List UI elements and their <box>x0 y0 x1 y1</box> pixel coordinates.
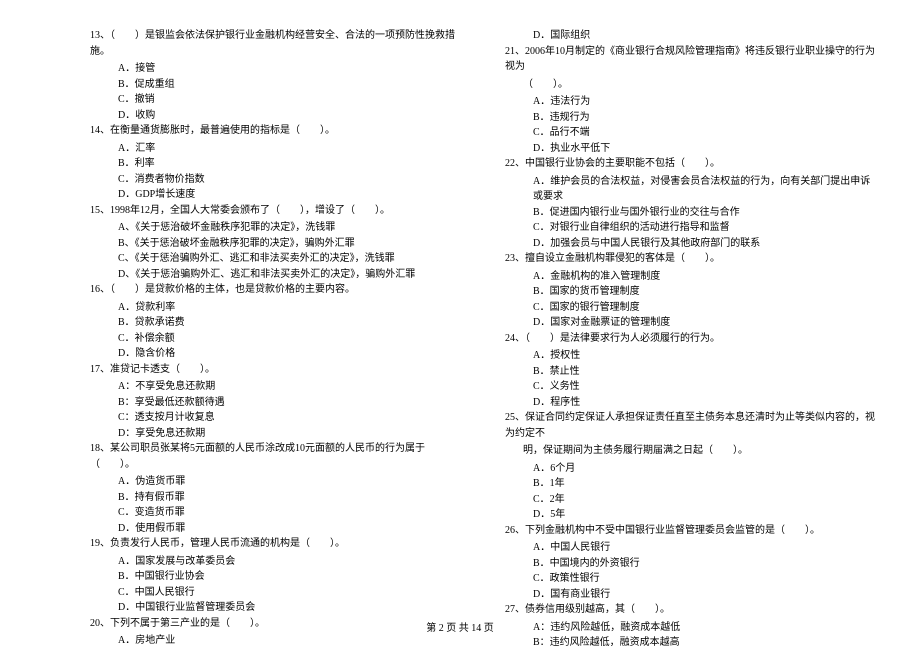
option-text: A、《关于惩治破坏金融秩序犯罪的决定》，洗钱罪 <box>90 220 465 236</box>
option-text: B．促成重组 <box>90 77 465 93</box>
page-footer: 第 2 页 共 14 页 <box>0 619 920 634</box>
option-text: B．禁止性 <box>505 364 880 380</box>
option-text: C．国家的银行管理制度 <box>505 300 880 316</box>
option-text: D．国家对金融票证的管理制度 <box>505 315 880 331</box>
question-text: 27、债券信用级别越高，其（ ）。 <box>505 602 880 618</box>
question-text: 19、负责发行人民币，管理人民币流通的机构是（ ）。 <box>90 536 465 552</box>
question-text: 15、1998年12月，全国人大常委会颁布了（ ），增设了（ ）。 <box>90 203 465 219</box>
question-text: 13、（ ）是银监会依法保护银行业金融机构经营安全、合法的一项预防性挽救措施。 <box>90 28 465 59</box>
option-text: D．使用假币罪 <box>90 521 465 537</box>
option-text: C．品行不端 <box>505 125 880 141</box>
option-text: D．5年 <box>505 507 880 523</box>
option-text: D．程序性 <box>505 395 880 411</box>
option-text: B、《关于惩治破坏金融秩序犯罪的决定》，骗购外汇罪 <box>90 236 465 252</box>
option-text: D．收购 <box>90 108 465 124</box>
option-text: A．贷款利率 <box>90 300 465 316</box>
question-text: 25、保证合同约定保证人承担保证责任直至主债务本息还清时为止等类似内容的，视为约… <box>505 410 880 441</box>
option-text: C：透支按月计收复息 <box>90 410 465 426</box>
option-text: A．6个月 <box>505 461 880 477</box>
option-text: A．国家发展与改革委员会 <box>90 554 465 570</box>
right-column: D．国际组织21、2006年10月制定的《商业银行合规风险管理指南》将违反银行业… <box>505 28 880 650</box>
option-text: C．对银行业自律组织的活动进行指导和监督 <box>505 220 880 236</box>
option-text: A．金融机构的准入管理制度 <box>505 269 880 285</box>
question-text: 21、2006年10月制定的《商业银行合规风险管理指南》将违反银行业职业操守的行… <box>505 44 880 75</box>
option-text: A：不享受免息还款期 <box>90 379 465 395</box>
option-text: D．隐含价格 <box>90 346 465 362</box>
option-text: A．中国人民银行 <box>505 540 880 556</box>
option-text: C．变造货币罪 <box>90 505 465 521</box>
option-text: C．消费者物价指数 <box>90 172 465 188</box>
option-text: B．1年 <box>505 476 880 492</box>
exam-page: 13、（ ）是银监会依法保护银行业金融机构经营安全、合法的一项预防性挽救措施。 A… <box>0 0 920 650</box>
option-text: C、《关于惩治骗购外汇、逃汇和非法买卖外汇的决定》，洗钱罪 <box>90 251 465 267</box>
question-text: 17、准贷记卡透支（ ）。 <box>90 362 465 378</box>
option-text: D．国际组织 <box>505 28 880 44</box>
option-text: A．违法行为 <box>505 94 880 110</box>
option-text: D：享受免息还款期 <box>90 426 465 442</box>
question-continuation: （ ）。 <box>505 77 880 93</box>
option-text: A．伪造货币罪 <box>90 474 465 490</box>
option-text: D、《关于惩治骗购外汇、逃汇和非法买卖外汇的决定》，骗购外汇罪 <box>90 267 465 283</box>
option-text: A．接管 <box>90 61 465 77</box>
option-text: B．贷款承诺费 <box>90 315 465 331</box>
option-text: B．违规行为 <box>505 110 880 126</box>
option-text: D．加强会员与中国人民银行及其他政府部门的联系 <box>505 236 880 252</box>
option-text: B．中国银行业协会 <box>90 569 465 585</box>
question-continuation: 明，保证期间为主债务履行期届满之日起（ ）。 <box>505 443 880 459</box>
option-text: A．维护会员的合法权益，对侵害会员合法权益的行为，向有关部门提出申诉或要求 <box>505 174 880 205</box>
option-text: B：违约风险越低，融资成本越高 <box>505 635 880 650</box>
option-text: D．GDP增长速度 <box>90 187 465 203</box>
option-text: C．政策性银行 <box>505 571 880 587</box>
option-text: C．2年 <box>505 492 880 508</box>
option-text: A．汇率 <box>90 141 465 157</box>
option-text: C．撤销 <box>90 92 465 108</box>
option-text: B．利率 <box>90 156 465 172</box>
question-text: 22、中国银行业协会的主要职能不包括（ ）。 <box>505 156 880 172</box>
option-text: B：享受最低还款额待遇 <box>90 395 465 411</box>
option-text: D．中国银行业监督管理委员会 <box>90 600 465 616</box>
option-text: C．补偿余额 <box>90 331 465 347</box>
question-text: 18、某公司职员张某将5元面额的人民币涂改成10元面额的人民币的行为属于（ ）。 <box>90 441 465 472</box>
option-text: D．执业水平低下 <box>505 141 880 157</box>
question-text: 14、在衡量通货膨胀时，最普遍使用的指标是（ ）。 <box>90 123 465 139</box>
option-text: C．中国人民银行 <box>90 585 465 601</box>
option-text: B．中国境内的外资银行 <box>505 556 880 572</box>
option-text: D．国有商业银行 <box>505 587 880 603</box>
option-text: B．促进国内银行业与国外银行业的交往与合作 <box>505 205 880 221</box>
option-text: A．授权性 <box>505 348 880 364</box>
option-text: B．国家的货币管理制度 <box>505 284 880 300</box>
option-text: B．持有假币罪 <box>90 490 465 506</box>
question-text: 16、（ ）是贷款价格的主体，也是贷款价格的主要内容。 <box>90 282 465 298</box>
question-text: 23、擅自设立金融机构罪侵犯的客体是（ ）。 <box>505 251 880 267</box>
question-text: 24、（ ）是法律要求行为人必须履行的行为。 <box>505 331 880 347</box>
left-column: 13、（ ）是银监会依法保护银行业金融机构经营安全、合法的一项预防性挽救措施。 A… <box>90 28 465 650</box>
question-text: 26、下列金融机构中不受中国银行业监督管理委员会监管的是（ ）。 <box>505 523 880 539</box>
option-text: A．房地产业 <box>90 633 465 649</box>
option-text: C．义务性 <box>505 379 880 395</box>
